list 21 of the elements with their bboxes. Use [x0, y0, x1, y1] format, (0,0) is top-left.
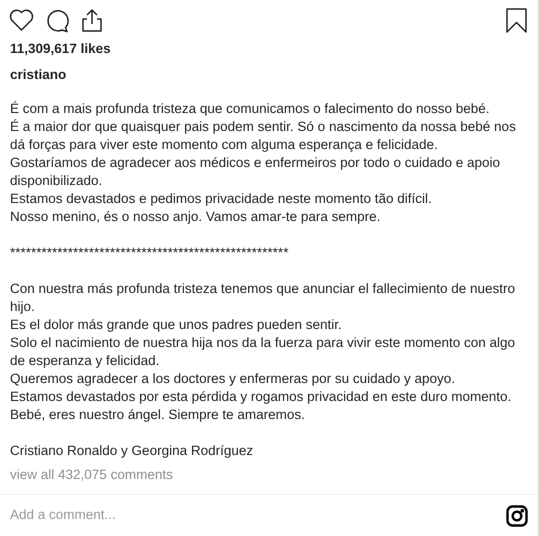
comment-field[interactable]: Add a comment...	[10, 505, 506, 526]
caption-text: Bebé, eres nuestro ángel. Siempre te amaremos.	[10, 406, 306, 424]
share-icon[interactable]	[81, 8, 103, 33]
caption-text: É a maior dor que quaisquer pais podem sentir. Só o nascimento da nossa bebé nos dá forças para viver este momento com alguma esperança e felicidade.	[10, 118, 517, 154]
caption-text: *****************************************************	[10, 244, 290, 262]
heart-icon[interactable]	[9, 9, 34, 32]
caption-text: Gostaríamos de agradecer aos médicos e enfermeiros por todo o cuidado e apoio disponibilizado.	[10, 154, 502, 190]
instagram-icon[interactable]	[506, 504, 528, 526]
likes-count[interactable]: 11,309,617 likes	[10, 40, 528, 58]
caption-text: Estamos devastados por esta pérdida y rogamos privacidad en este duro momento.	[10, 388, 512, 406]
comment-icon[interactable]	[45, 8, 70, 33]
caption-text: Es el dolor más grande que unos padres pueden sentir.	[10, 316, 343, 334]
caption-text: Queremos agradecer a los doctores y enfermeras por su cuidado y apoyo.	[10, 370, 456, 388]
bookmark-icon[interactable]	[506, 8, 527, 33]
caption-text: É com a mais profunda tristeza que comunicamos o falecimento do nosso bebé.	[10, 100, 491, 118]
caption-text: Solo el nacimiento de nuestra hija nos da la fuerza para vivir este momento con algo de esperanza y felicidad.	[10, 334, 516, 370]
caption-text: Con nuestra más profunda tristeza tenemos que anunciar el fallecimiento de nuestro hijo.	[10, 280, 516, 316]
caption-text: Nosso menino, és o nosso anjo. Vamos amar-te para sempre.	[10, 208, 382, 226]
username[interactable]: cristiano	[10, 67, 66, 82]
caption-text: Cristiano Ronaldo y Georgina Rodríguez	[10, 442, 254, 460]
caption-text: Estamos devastados e pedimos privacidade neste momento tão difícil.	[10, 190, 433, 208]
